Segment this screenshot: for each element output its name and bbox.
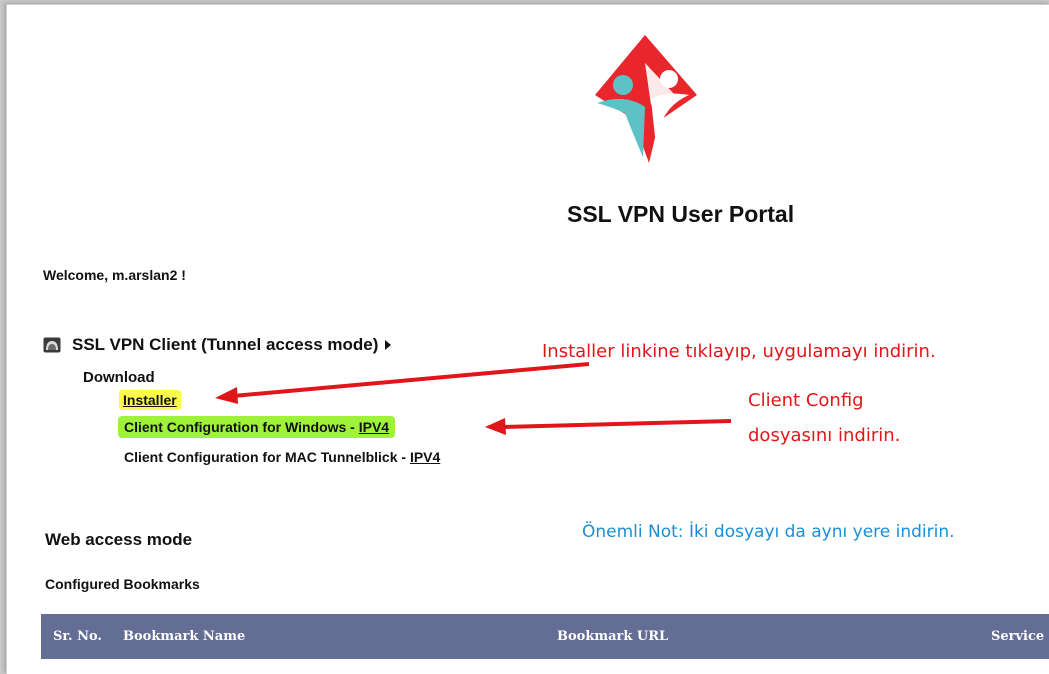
installer-link[interactable]: Installer	[123, 392, 177, 408]
windows-config-highlight: Client Configuration for Windows - IPV4	[118, 416, 396, 438]
windows-config-item: Client Configuration for Windows - IPV4	[118, 416, 396, 438]
installer-annotation: Installer linkine tıklayıp, uygulamayı i…	[542, 341, 936, 362]
tunnel-section-title: SSL VPN Client (Tunnel access mode)	[72, 335, 379, 354]
mac-config-item: Client Configuration for MAC Tunnelblick…	[124, 449, 440, 465]
column-header-bookmark-url[interactable]: Bookmark URL	[557, 629, 668, 644]
mac-config-label: Client Configuration for MAC Tunnelblick…	[124, 449, 410, 465]
config-annotation-line2: dosyasını indirin.	[748, 425, 901, 446]
windows-config-label: Client Configuration for Windows -	[124, 419, 359, 435]
config-annotation-line1: Client Config	[748, 390, 864, 411]
column-header-sr-no[interactable]: Sr. No.	[53, 629, 102, 644]
tunnel-section-header[interactable]: SSL VPN Client (Tunnel access mode)	[43, 335, 392, 355]
arrow-to-windows-config	[485, 418, 732, 435]
portal-logo	[595, 35, 697, 163]
column-header-service[interactable]: Service	[991, 629, 1044, 644]
welcome-message: Welcome, m.arslan2 !	[43, 267, 186, 283]
installer-item: Installer	[119, 390, 181, 410]
tunnel-icon	[43, 337, 61, 353]
download-label: Download	[83, 369, 155, 386]
portal-page: SSL VPN User Portal Welcome, m.arslan2 !…	[6, 4, 1049, 674]
installer-highlight: Installer	[119, 390, 181, 410]
important-note: Önemli Not: İki dosyayı da aynı yere ind…	[582, 522, 955, 542]
arrow-to-installer	[215, 362, 590, 404]
bookmarks-table-header: Sr. No. Bookmark Name Bookmark URL Servi…	[41, 614, 1049, 659]
expand-arrow-icon[interactable]	[384, 339, 392, 351]
page-title: SSL VPN User Portal	[567, 201, 795, 227]
windows-config-ipv4-link[interactable]: IPV4	[359, 419, 389, 435]
mac-config-ipv4-link[interactable]: IPV4	[410, 449, 440, 465]
web-access-title: Web access mode	[45, 530, 193, 549]
column-header-bookmark-name[interactable]: Bookmark Name	[123, 629, 245, 644]
bookmarks-title: Configured Bookmarks	[45, 576, 200, 592]
